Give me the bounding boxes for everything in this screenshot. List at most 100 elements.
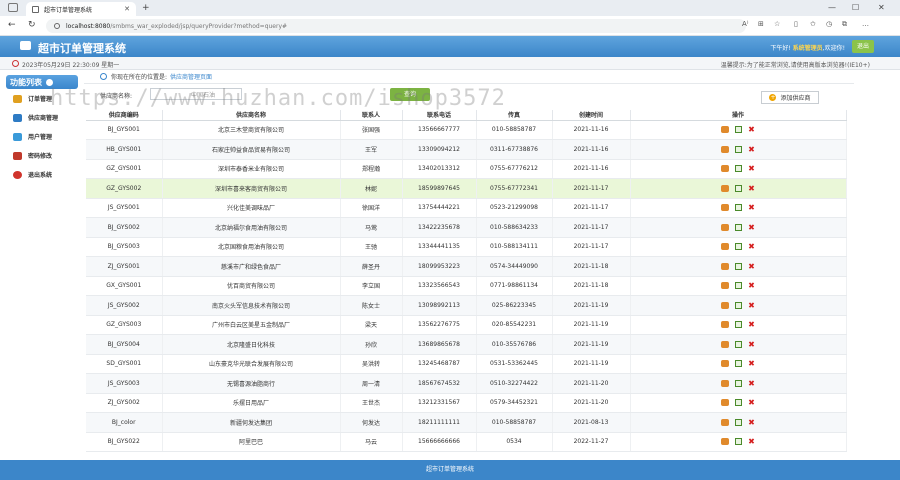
edit-icon[interactable]	[735, 223, 743, 231]
cell-name: 石家庄帅益食品贸易有限公司	[162, 139, 341, 160]
sidebar-item-users[interactable]: 用户管理	[6, 127, 78, 146]
view-icon[interactable]	[721, 301, 730, 309]
delete-icon[interactable]: ✖	[748, 145, 755, 153]
delete-icon[interactable]: ✖	[748, 360, 755, 368]
back-icon[interactable]: ←	[8, 20, 16, 30]
view-icon[interactable]	[721, 360, 730, 368]
table-row[interactable]: BJ_GYS001 北京三木堂商贸有限公司 张国强 13566667777 010-58…	[86, 120, 847, 140]
delete-icon[interactable]: ✖	[748, 418, 755, 426]
table-row[interactable]: GZ_GYS002 深圳市喜来客商贸有限公司 林妮 18599897645 0755-6…	[86, 178, 847, 199]
table-row[interactable]: ZJ_GYS002 乐摆日用品厂 王世杰 13212331567 0579-344523…	[86, 393, 847, 413]
cell-name: 新疆何发达集团	[162, 412, 341, 433]
edit-icon[interactable]	[735, 438, 743, 446]
edit-icon[interactable]	[735, 379, 743, 387]
app-icon[interactable]: ⊞	[758, 20, 764, 28]
edit-icon[interactable]	[735, 165, 743, 173]
view-icon[interactable]	[721, 379, 730, 387]
cell-fax: 0534	[476, 432, 553, 452]
view-icon[interactable]	[721, 282, 730, 290]
view-icon[interactable]	[721, 340, 730, 348]
view-icon[interactable]	[721, 399, 730, 407]
minimize-icon[interactable]: —	[828, 3, 836, 12]
edit-icon[interactable]	[735, 204, 743, 212]
site-info-icon[interactable]	[54, 23, 60, 29]
read-aloud-icon[interactable]: A⁾	[742, 20, 749, 28]
table-row[interactable]: GX_GYS001 优百商贸有限公司 李立国 13323566543 0771-9886…	[86, 276, 847, 296]
browser-tab[interactable]: 超市订单管理系统 ✕	[26, 2, 136, 16]
view-icon[interactable]	[721, 418, 730, 426]
table-row[interactable]: GZ_GYS003 广州市白云区美星五金制品厂 梁天 13562276775 020-8…	[86, 315, 847, 335]
delete-icon[interactable]: ✖	[748, 301, 755, 309]
table-row[interactable]: JS_GYS001 兴化佳美调味品厂 徐国洋 13754444221 0523-2129…	[86, 198, 847, 218]
favorite-star-icon[interactable]: ☆	[774, 20, 780, 28]
cell-code: BJ_GYS001	[86, 120, 163, 140]
table-row[interactable]: BJ_color 新疆何发达集团 何发达 18211111111 010-5885878…	[86, 412, 847, 433]
edit-icon[interactable]	[735, 262, 743, 270]
delete-icon[interactable]: ✖	[748, 243, 755, 251]
delete-icon[interactable]: ✖	[748, 321, 755, 329]
tab-close-icon[interactable]: ✕	[124, 5, 130, 13]
tab-actions-icon[interactable]	[8, 3, 18, 12]
view-icon[interactable]	[721, 223, 730, 231]
row-actions: ✖	[631, 145, 846, 153]
address-bar[interactable]: localhost:8080/smbms_war_exploded/jsp/qu…	[46, 19, 746, 33]
edit-icon[interactable]	[735, 126, 743, 134]
sidebar-item-exit[interactable]: 退出系统	[6, 165, 78, 184]
edit-icon[interactable]	[735, 243, 743, 251]
history-icon[interactable]: ◷	[826, 20, 832, 28]
view-icon[interactable]	[721, 438, 730, 446]
view-icon[interactable]	[721, 321, 730, 329]
view-icon[interactable]	[721, 243, 730, 251]
edit-icon[interactable]	[735, 360, 743, 368]
table-row[interactable]: ZJ_GYS001 慈溪市广和绿色食品厂 薛圣丹 18099953223 0574-34…	[86, 256, 847, 277]
window-close-icon[interactable]: ✕	[878, 3, 885, 12]
delete-icon[interactable]: ✖	[748, 379, 755, 387]
edit-icon[interactable]	[735, 340, 743, 348]
location-crumb[interactable]: 供应商管理页面	[170, 72, 212, 81]
view-icon[interactable]	[721, 184, 730, 192]
sidebar-item-password[interactable]: 密码修改	[6, 146, 78, 165]
delete-icon[interactable]: ✖	[748, 126, 755, 134]
view-icon[interactable]	[721, 145, 730, 153]
table-row[interactable]: GZ_GYS001 深圳市泰香米业有限公司 郑程瀚 13402013312 0755-6…	[86, 159, 847, 179]
view-icon[interactable]	[721, 204, 730, 212]
split-screen-icon[interactable]: ▯	[794, 20, 798, 28]
delete-icon[interactable]: ✖	[748, 438, 755, 446]
new-tab-icon[interactable]: +	[142, 3, 150, 13]
edit-icon[interactable]	[735, 321, 743, 329]
table-row[interactable]: BJ_GYS002 北京纳福尔食用油有限公司 马莺 13422235678 010-58…	[86, 217, 847, 238]
view-icon[interactable]	[721, 126, 730, 134]
delete-icon[interactable]: ✖	[748, 282, 755, 290]
table-row[interactable]: BJ_GYS022 阿里巴巴 马云 15666666666 0534 2022-11-27…	[86, 432, 847, 452]
table-row[interactable]: JS_GYS002 南京火头军信息技术有限公司 陈女士 13098992113 025-…	[86, 295, 847, 316]
view-icon[interactable]	[721, 262, 730, 270]
edit-icon[interactable]	[735, 282, 743, 290]
table-row[interactable]: BJ_GYS004 北京隆盛日化科技 孙欣 13689865678 010-355767…	[86, 334, 847, 355]
edit-icon[interactable]	[735, 418, 743, 426]
edit-icon[interactable]	[735, 301, 743, 309]
delete-icon[interactable]: ✖	[748, 399, 755, 407]
delete-icon[interactable]: ✖	[748, 165, 755, 173]
maximize-icon[interactable]: ☐	[852, 3, 859, 12]
table-row[interactable]: BJ_GYS003 北京国粮食用油有限公司 王驰 13344441135 010-588…	[86, 237, 847, 257]
cell-code: BJ_GYS004	[86, 334, 163, 355]
table-row[interactable]: HB_GYS001 石家庄帅益食品贸易有限公司 王军 13309094212 0311-…	[86, 139, 847, 160]
favorites-icon[interactable]: ✩	[810, 20, 816, 28]
delete-icon[interactable]: ✖	[748, 204, 755, 212]
table-row[interactable]: SD_GYS001 山东豪克华光联合发展有限公司 吴洪转 13245468787 053…	[86, 354, 847, 374]
more-menu-icon[interactable]: …	[862, 20, 869, 28]
table-row[interactable]: JS_GYS003 无锡喜源油脂商行 周一清 18567674532 0510-3227…	[86, 373, 847, 394]
cell-created: 2021-11-17	[552, 217, 631, 238]
delete-icon[interactable]: ✖	[748, 262, 755, 270]
add-provider-button[interactable]: + 添加供应商	[761, 91, 819, 104]
edit-icon[interactable]	[735, 145, 743, 153]
delete-icon[interactable]: ✖	[748, 340, 755, 348]
collections-icon[interactable]: ⧉	[842, 20, 847, 29]
delete-icon[interactable]: ✖	[748, 223, 755, 231]
view-icon[interactable]	[721, 165, 730, 173]
delete-icon[interactable]: ✖	[748, 184, 755, 192]
edit-icon[interactable]	[735, 184, 743, 192]
logout-button[interactable]: 退出	[852, 40, 874, 53]
edit-icon[interactable]	[735, 399, 743, 407]
refresh-icon[interactable]: ↻	[28, 20, 36, 30]
